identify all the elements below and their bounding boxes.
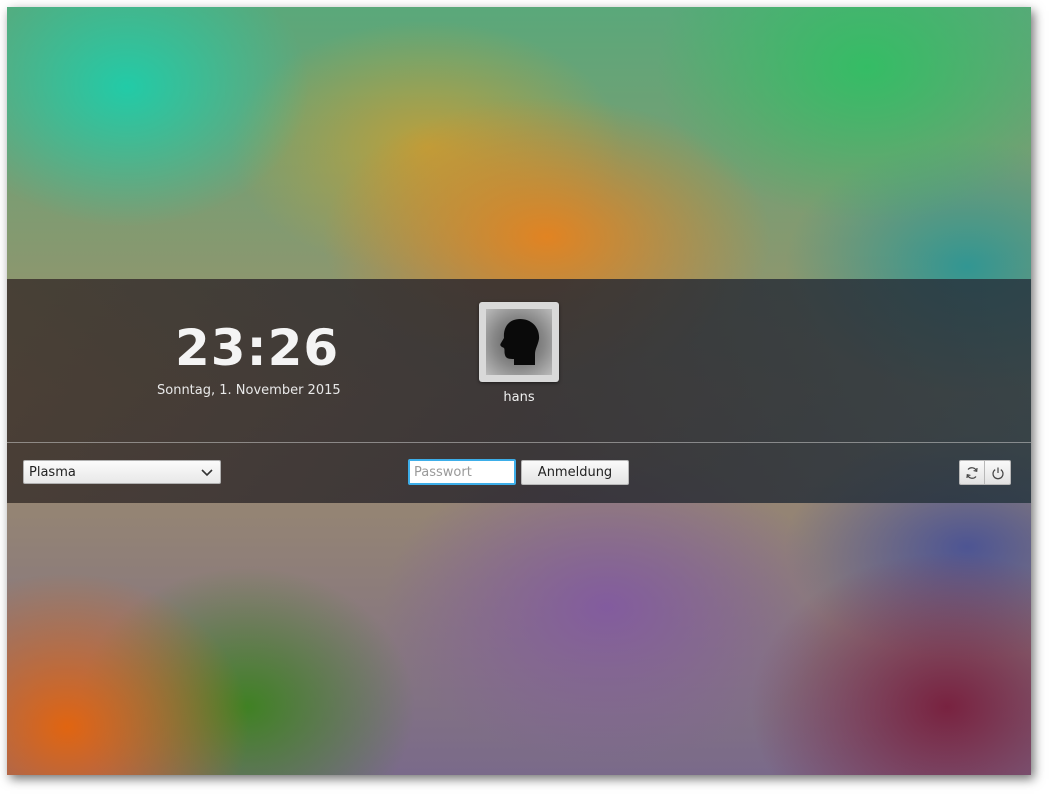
login-button-label: Anmeldung	[537, 465, 613, 480]
shutdown-button[interactable]	[985, 460, 1011, 485]
user-avatar[interactable]	[479, 302, 559, 382]
clock-date: Sonntag, 1. November 2015	[157, 383, 341, 398]
username-label: hans	[503, 390, 535, 405]
password-input[interactable]	[408, 459, 516, 485]
user-head-icon	[500, 319, 540, 365]
login-screen: 23:26 Sonntag, 1. November 2015 hans Pla…	[7, 7, 1031, 775]
power-icon	[991, 467, 1004, 479]
login-panel: 23:26 Sonntag, 1. November 2015 hans Pla…	[7, 279, 1031, 503]
chevron-down-icon	[201, 469, 213, 477]
restart-button[interactable]	[959, 460, 985, 485]
session-select-label: Plasma	[29, 465, 76, 480]
login-button[interactable]: Anmeldung	[521, 460, 629, 485]
clock-time: 23:26	[175, 319, 340, 377]
restart-icon	[966, 466, 978, 479]
session-select[interactable]: Plasma	[23, 460, 221, 484]
panel-divider	[7, 442, 1031, 443]
